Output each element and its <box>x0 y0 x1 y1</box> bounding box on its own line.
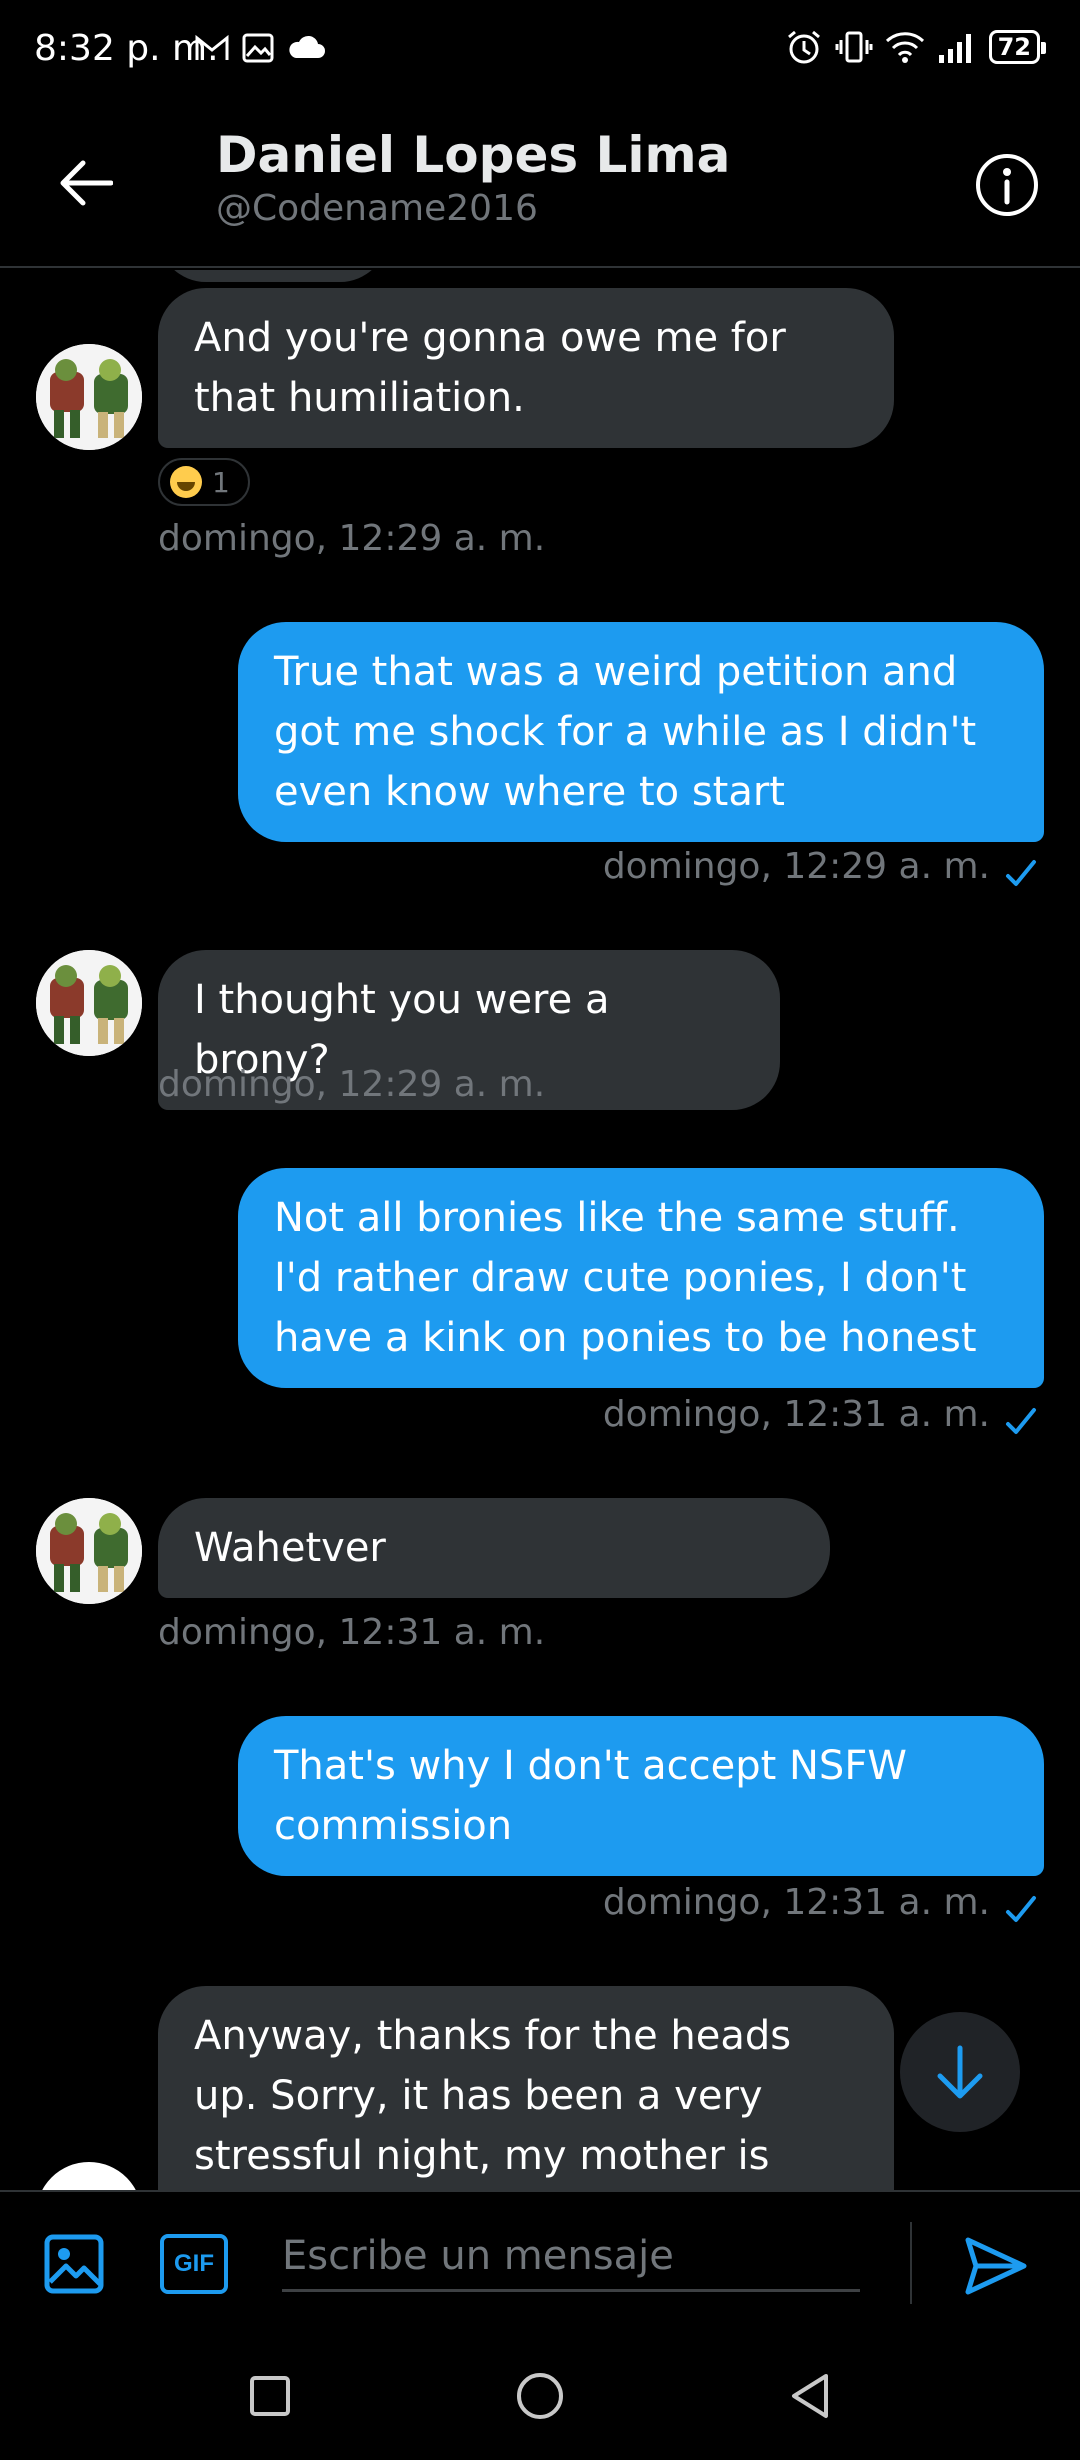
back-button[interactable] <box>50 148 120 218</box>
alarm-icon <box>787 30 820 64</box>
circle-icon <box>517 2373 563 2419</box>
message-bubble-outgoing[interactable]: True that was a weird petition and got m… <box>238 622 1044 842</box>
message-list[interactable]: And you're gonna owe me for that humilia… <box>0 270 1080 2190</box>
triangle-back-icon <box>792 2374 828 2418</box>
message-bubble-incoming[interactable]: Wahetver <box>158 1498 830 1598</box>
avatar[interactable] <box>36 1498 142 1604</box>
message-bubble-outgoing[interactable]: That's why I don't accept NSFW commissio… <box>238 1716 1044 1876</box>
conversation-header: Daniel Lopes Lima @Codename2016 <box>0 100 1080 268</box>
message-text: That's why I don't accept NSFW commissio… <box>274 1743 907 1849</box>
message-bubble-outgoing[interactable]: Not all bronies like the same stuff. I'd… <box>238 1168 1044 1388</box>
wifi-icon <box>885 32 924 63</box>
battery-indicator: 72 <box>988 30 1047 64</box>
message-text: Anyway, thanks for the heads up. Sorry, … <box>194 2013 792 2179</box>
square-icon <box>250 2376 290 2416</box>
message-reaction[interactable]: 1 <box>158 458 250 506</box>
contact-handle[interactable]: @Codename2016 <box>216 188 538 229</box>
status-time: 8:32 p. m. <box>34 28 219 69</box>
avatar-image <box>36 1498 142 1604</box>
image-attach-icon[interactable] <box>42 2232 106 2296</box>
conversation-info-button[interactable] <box>972 150 1042 220</box>
message-timestamp: domingo, 12:29 a. m. <box>158 1064 546 1105</box>
status-bar: 8:32 p. m. 72 <box>0 0 1080 100</box>
seen-check-icon <box>1006 1408 1036 1434</box>
message-bubble-incoming[interactable]: And you're gonna owe me for that humilia… <box>158 288 894 448</box>
message-bubble-incoming[interactable]: Anyway, thanks for the heads up. Sorry, … <box>158 1986 894 2190</box>
previous-message-bubble <box>158 270 388 282</box>
gif-button[interactable]: GIF <box>160 2234 228 2294</box>
home-button[interactable] <box>510 2366 570 2426</box>
signal-icon <box>938 34 971 63</box>
seen-check-icon <box>1006 860 1036 886</box>
message-timestamp: domingo, 12:31 a. m. <box>602 1882 990 1923</box>
message-timestamp: domingo, 12:29 a. m. <box>602 846 990 887</box>
avatar-image <box>36 950 142 1056</box>
arrow-left-icon <box>60 160 113 206</box>
send-icon[interactable] <box>962 2232 1030 2300</box>
message-text: True that was a weird petition and got m… <box>274 649 977 815</box>
reaction-count: 1 <box>212 465 230 499</box>
arrow-down-icon <box>937 2045 983 2099</box>
notification-icons <box>194 30 326 66</box>
cloud-icon <box>289 35 325 58</box>
scroll-to-bottom-button[interactable] <box>900 2012 1020 2132</box>
contact-name[interactable]: Daniel Lopes Lima <box>216 126 730 184</box>
info-icon <box>976 154 1038 216</box>
message-text: Not all bronies like the same stuff. I'd… <box>274 1195 977 1361</box>
back-nav-button[interactable] <box>780 2366 840 2426</box>
vibrate-icon <box>835 31 873 63</box>
avatar[interactable] <box>36 950 142 1056</box>
message-input[interactable] <box>282 2222 860 2292</box>
recents-button[interactable] <box>240 2366 300 2426</box>
message-timestamp: domingo, 12:29 a. m. <box>158 518 546 559</box>
avatar[interactable] <box>36 344 142 450</box>
composer-divider <box>910 2222 912 2304</box>
message-text: Wahetver <box>194 1525 386 1571</box>
avatar-image <box>36 344 142 450</box>
avatar[interactable] <box>36 2162 142 2190</box>
gallery-icon <box>242 33 274 63</box>
message-text: And you're gonna owe me for that humilia… <box>194 315 786 421</box>
message-timestamp: domingo, 12:31 a. m. <box>158 1612 546 1653</box>
face-with-tears-of-joy-icon <box>170 466 202 498</box>
gmail-icon <box>195 34 229 60</box>
system-icons: 72 <box>785 28 1047 66</box>
seen-check-icon <box>1006 1896 1036 1922</box>
message-composer: GIF <box>0 2190 1080 2330</box>
system-navigation-bar <box>0 2330 1080 2460</box>
message-timestamp: domingo, 12:31 a. m. <box>602 1394 990 1435</box>
